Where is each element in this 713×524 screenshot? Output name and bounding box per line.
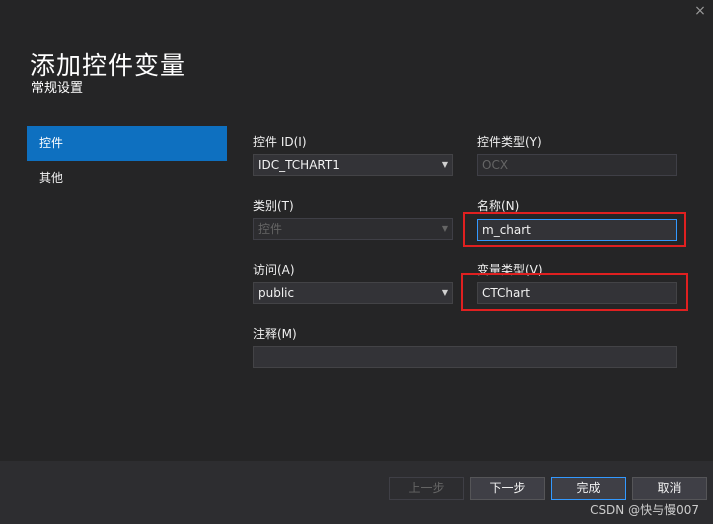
control-id-label: 控件 ID(I) (253, 135, 307, 149)
chevron-down-icon: ▼ (441, 224, 448, 233)
comment-label: 注释(M) (253, 327, 297, 341)
finish-button[interactable]: 完成 (551, 477, 626, 500)
control-type-value: OCX (482, 158, 509, 172)
prev-button[interactable]: 上一步 (389, 477, 464, 500)
access-label: 访问(A) (253, 263, 295, 277)
add-control-variable-dialog: × 添加控件变量 常规设置 控件 其他 控件 ID(I) IDC_TCHART1… (0, 0, 713, 524)
chevron-down-icon: ▼ (441, 160, 448, 169)
name-highlight-box (463, 212, 686, 247)
close-icon[interactable]: × (691, 2, 709, 20)
chevron-down-icon: ▼ (441, 288, 448, 297)
category-select: 控件 ▼ (253, 218, 453, 240)
variable-type-highlight-box (461, 273, 688, 311)
control-type-field: OCX (477, 154, 677, 176)
nav-item-control[interactable]: 控件 (27, 126, 227, 161)
access-value: public (258, 286, 295, 300)
category-value: 控件 (258, 222, 283, 236)
access-select[interactable]: public ▼ (253, 282, 453, 304)
nav-item-other[interactable]: 其他 (27, 161, 227, 196)
comment-input[interactable] (253, 346, 677, 368)
dialog-subtitle: 常规设置 (31, 81, 84, 96)
control-type-label: 控件类型(Y) (477, 135, 542, 149)
next-button[interactable]: 下一步 (470, 477, 545, 500)
control-id-select[interactable]: IDC_TCHART1 ▼ (253, 154, 453, 176)
category-label: 类别(T) (253, 199, 294, 213)
cancel-button[interactable]: 取消 (632, 477, 707, 500)
control-id-value: IDC_TCHART1 (258, 158, 340, 172)
watermark-text: CSDN @快与慢007 (590, 503, 699, 517)
nav-list: 控件 其他 (27, 126, 227, 196)
